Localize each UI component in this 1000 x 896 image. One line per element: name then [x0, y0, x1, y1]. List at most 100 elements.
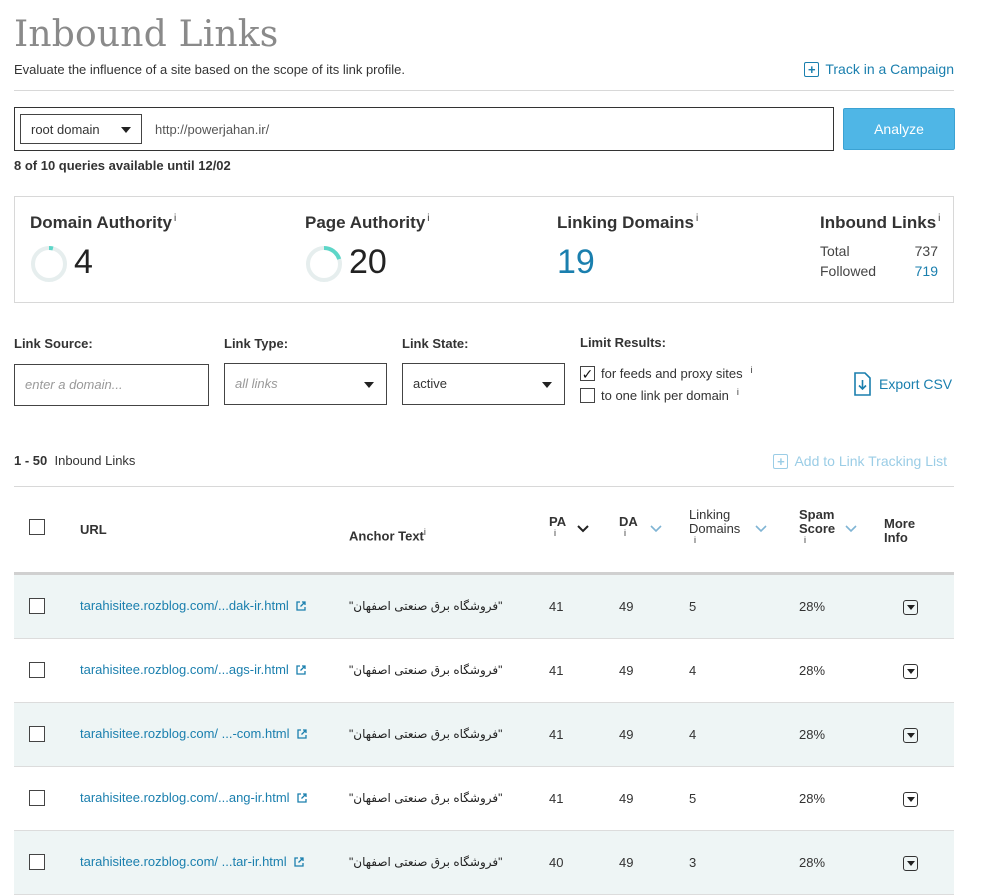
external-link-icon: [296, 728, 307, 739]
linking-domains-value[interactable]: 19: [557, 243, 595, 282]
table-row: tarahisitee.rozblog.com/...ags-ir.html "…: [14, 639, 954, 703]
row-url-link[interactable]: tarahisitee.rozblog.com/...ags-ir.html: [80, 662, 307, 677]
row-spam-score: 28%: [799, 663, 826, 678]
expand-row-button[interactable]: [903, 856, 918, 871]
scope-select-value: root domain: [31, 122, 100, 137]
row-linking-domains: 4: [689, 727, 697, 742]
external-link-icon: [296, 600, 306, 611]
row-url-link[interactable]: tarahisitee.rozblog.com/ ...-com.html: [80, 726, 308, 741]
expand-row-button[interactable]: [903, 664, 918, 679]
row-url: tarahisitee.rozblog.com/ ...tar-ir.html: [80, 854, 287, 869]
scope-select[interactable]: root domain: [20, 114, 142, 144]
row-da: 49: [619, 727, 634, 742]
metrics-panel: Domain Authority i 4 Page Authority i 20 L…: [14, 196, 954, 303]
external-link-icon: [293, 856, 304, 867]
info-icon[interactable]: i: [804, 536, 835, 545]
row-linking-domains: 4: [689, 663, 697, 678]
results-range-label: Inbound Links: [54, 453, 136, 468]
one-per-domain-checkbox[interactable]: [580, 388, 595, 403]
info-icon[interactable]: i: [174, 213, 176, 224]
row-checkbox[interactable]: [29, 726, 45, 742]
sort-icon[interactable]: [755, 525, 767, 533]
row-url-link[interactable]: tarahisitee.rozblog.com/ ...tar-ir.html: [80, 854, 305, 869]
inbound-total-label: Total: [820, 243, 850, 259]
chevron-down-icon: [906, 668, 915, 674]
column-more-label-2: Info: [884, 530, 908, 545]
link-type-label: Link Type:: [224, 336, 289, 351]
domain-authority-metric: Domain Authority i 4: [30, 213, 176, 282]
table-row: tarahisitee.rozblog.com/...dak-ir.html "…: [14, 575, 954, 639]
table-row: tarahisitee.rozblog.com/ ...tar-ir.html …: [14, 831, 954, 895]
row-url: tarahisitee.rozblog.com/...dak-ir.html: [80, 598, 289, 613]
inbound-followed-value[interactable]: 719: [915, 263, 938, 279]
row-url-link[interactable]: tarahisitee.rozblog.com/...dak-ir.html: [80, 598, 307, 613]
add-link-tracking-button[interactable]: + Add to Link Tracking List: [773, 453, 947, 469]
column-linking-domains[interactable]: Linking Domains i: [689, 508, 740, 545]
page-subtitle: Evaluate the influence of a site based o…: [14, 62, 405, 77]
info-icon[interactable]: i: [938, 213, 940, 224]
info-icon[interactable]: i: [424, 527, 426, 537]
row-spam-score: 28%: [799, 727, 826, 742]
link-type-select[interactable]: all links: [224, 363, 387, 405]
row-da: 49: [619, 855, 634, 870]
linking-domains-label: Linking Domains: [557, 213, 694, 232]
expand-row-button[interactable]: [903, 792, 918, 807]
row-checkbox[interactable]: [29, 662, 45, 678]
limit-one-per-domain-option[interactable]: to one link per domain i: [580, 387, 739, 403]
row-pa: 41: [549, 727, 564, 742]
table-header: URL Anchor Texti PA i DA i Linking Domai…: [14, 487, 954, 575]
track-campaign-link[interactable]: + Track in a Campaign: [804, 61, 954, 77]
info-icon[interactable]: i: [694, 536, 740, 545]
analyze-button[interactable]: Analyze: [843, 108, 955, 150]
row-da: 49: [619, 663, 634, 678]
row-checkbox[interactable]: [29, 598, 45, 614]
info-icon[interactable]: i: [751, 365, 753, 375]
search-bar: root domain: [14, 107, 834, 151]
expand-row-button[interactable]: [903, 728, 918, 743]
row-spam-score: 28%: [799, 855, 826, 870]
divider: [14, 90, 954, 91]
url-input[interactable]: [155, 114, 815, 144]
row-pa: 41: [549, 599, 564, 614]
select-all-checkbox[interactable]: [29, 519, 45, 535]
info-icon[interactable]: i: [427, 213, 429, 224]
inbound-followed-label: Followed: [820, 263, 877, 279]
column-da[interactable]: DA i: [619, 515, 638, 538]
page-authority-label: Page Authority: [305, 213, 426, 232]
row-checkbox[interactable]: [29, 790, 45, 806]
column-pa[interactable]: PA i: [549, 515, 566, 538]
info-icon[interactable]: i: [624, 529, 638, 538]
link-state-select[interactable]: active: [402, 363, 565, 405]
sort-desc-active-icon[interactable]: [577, 525, 589, 533]
add-link-tracking-label: Add to Link Tracking List: [794, 453, 947, 469]
inbound-links-metric: Inbound Links i Total 737 Followed 719: [820, 213, 940, 279]
row-checkbox[interactable]: [29, 854, 45, 870]
info-icon[interactable]: i: [554, 529, 566, 538]
column-linking-label-2: Domains: [689, 521, 741, 536]
external-link-icon: [296, 664, 306, 675]
column-linking-label-1: Linking: [689, 507, 731, 522]
download-file-icon: [854, 372, 871, 396]
external-link-icon: [296, 792, 307, 803]
plus-icon: +: [773, 453, 789, 469]
limit-feeds-option[interactable]: ✓ for feeds and proxy sites i: [580, 365, 753, 381]
inbound-followed-row: Followed 719: [820, 263, 938, 279]
info-icon[interactable]: i: [696, 213, 698, 224]
column-pa-label: PA: [549, 514, 567, 529]
chevron-down-icon: [364, 382, 374, 388]
column-spam-score[interactable]: Spam Score i: [799, 508, 835, 545]
expand-row-button[interactable]: [903, 600, 918, 615]
domain-authority-ring-icon: [31, 246, 67, 282]
chevron-down-icon: [121, 127, 131, 133]
results-range: 1 - 50: [14, 453, 48, 468]
row-spam-score: 28%: [799, 791, 826, 806]
link-source-input[interactable]: enter a domain...: [14, 364, 209, 406]
row-anchor-text: "فروشگاه برق صنعتی اصفهان": [349, 855, 503, 869]
feeds-checkbox[interactable]: ✓: [580, 366, 595, 381]
info-icon[interactable]: i: [737, 387, 739, 397]
sort-icon[interactable]: [650, 525, 662, 533]
sort-icon[interactable]: [845, 525, 857, 533]
row-url-link[interactable]: tarahisitee.rozblog.com/...ang-ir.html: [80, 790, 308, 805]
row-url: tarahisitee.rozblog.com/...ags-ir.html: [80, 662, 289, 677]
export-csv-button[interactable]: Export CSV: [853, 372, 952, 396]
